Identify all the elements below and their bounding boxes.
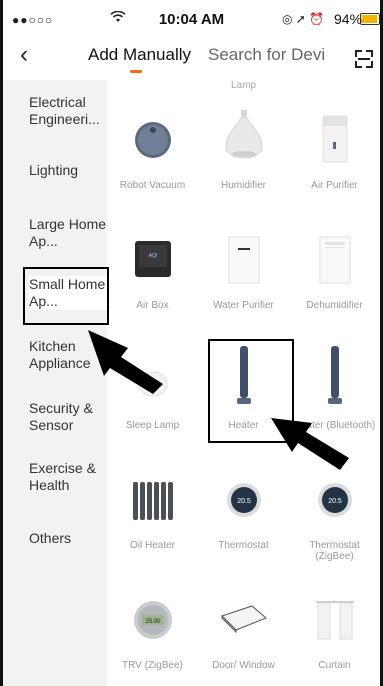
arrow-to-heater bbox=[271, 418, 349, 470]
annotation-arrows bbox=[88, 330, 349, 470]
arrow-to-small-home-appliances bbox=[88, 330, 163, 394]
